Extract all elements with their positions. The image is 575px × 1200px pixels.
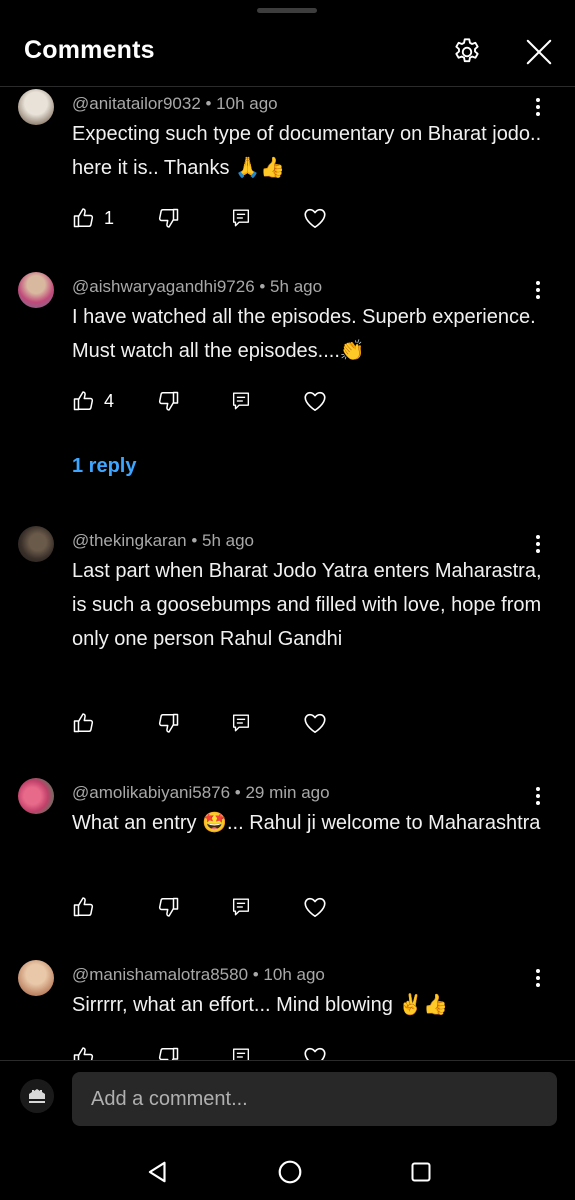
channel-logo-icon xyxy=(20,1079,54,1113)
avatar[interactable] xyxy=(18,960,54,996)
thumbs-up-icon xyxy=(73,1047,94,1060)
nav-back-button[interactable] xyxy=(138,1152,178,1192)
thumbs-down-icon xyxy=(158,391,179,411)
comment-list[interactable]: @anitatailor9032 • 10h ago Expecting suc… xyxy=(0,87,575,1060)
heart-icon xyxy=(304,391,326,412)
reply-icon xyxy=(232,714,250,732)
settings-button[interactable] xyxy=(449,34,485,70)
comment-actions xyxy=(72,892,372,922)
thumbs-up-icon xyxy=(73,713,94,733)
heart-icon xyxy=(304,1047,326,1060)
like-button[interactable] xyxy=(72,708,104,738)
comment-text: I have watched all the episodes. Superb … xyxy=(72,306,536,362)
like-button[interactable]: 1 xyxy=(72,203,114,233)
add-comment-input[interactable] xyxy=(72,1072,557,1126)
comment-meta[interactable]: @thekingkaran • 5h ago xyxy=(72,531,254,551)
reply-icon xyxy=(232,898,250,916)
heart-icon xyxy=(304,208,326,229)
avatar[interactable] xyxy=(18,778,54,814)
comment-text: Sirrrrr, what an effort... Mind blowing … xyxy=(72,994,449,1016)
reply-icon xyxy=(232,392,250,410)
comment-meta[interactable]: @manishamalotra8580 • 10h ago xyxy=(72,965,325,985)
like-button[interactable]: 4 xyxy=(72,386,114,416)
avatar[interactable] xyxy=(18,526,54,562)
thumbs-up-icon xyxy=(73,391,94,411)
heart-button[interactable] xyxy=(302,386,328,416)
comment-text: Last part when Bharat Jodo Yatra enters … xyxy=(72,560,542,650)
dislike-button[interactable] xyxy=(156,708,180,738)
reply-button[interactable] xyxy=(230,386,252,416)
comment-actions xyxy=(72,708,372,738)
thumbs-down-icon xyxy=(158,1047,179,1060)
system-navigation-bar xyxy=(0,1140,575,1200)
view-replies-link[interactable]: 1 reply xyxy=(72,455,136,478)
avatar[interactable] xyxy=(18,89,54,125)
heart-icon xyxy=(304,713,326,734)
thumbs-down-icon xyxy=(158,208,179,228)
comment-meta[interactable]: @aishwaryagandhi9726 • 5h ago xyxy=(72,277,322,297)
nav-home-button[interactable] xyxy=(270,1152,310,1192)
dislike-button[interactable] xyxy=(156,892,180,922)
thumbs-up-icon xyxy=(73,208,94,228)
home-circle-icon xyxy=(278,1160,302,1184)
heart-button[interactable] xyxy=(302,708,328,738)
thumbs-down-icon xyxy=(158,897,179,917)
reply-button[interactable] xyxy=(230,203,252,233)
page-title: Comments xyxy=(24,36,155,64)
comment-actions: 4 xyxy=(72,386,372,416)
comment-actions: 1 xyxy=(72,203,372,233)
reply-button[interactable] xyxy=(230,1042,252,1060)
avatar[interactable] xyxy=(18,272,54,308)
back-triangle-icon xyxy=(148,1161,166,1183)
comment-text: Expecting such type of documentary on Bh… xyxy=(72,123,542,179)
thumbs-up-icon xyxy=(73,897,94,917)
dislike-button[interactable] xyxy=(156,203,180,233)
comment-text: What an entry 🤩... Rahul ji welcome to M… xyxy=(72,812,541,834)
reply-icon xyxy=(232,209,250,227)
reply-button[interactable] xyxy=(230,708,252,738)
recents-square-icon xyxy=(411,1162,431,1182)
like-button[interactable] xyxy=(72,892,104,922)
comments-header: Comments xyxy=(0,20,575,86)
user-avatar[interactable] xyxy=(20,1079,54,1113)
like-count: 1 xyxy=(104,207,115,228)
reply-icon xyxy=(232,1048,250,1060)
reply-button[interactable] xyxy=(230,892,252,922)
comment-actions xyxy=(72,1042,372,1060)
comment-composer xyxy=(0,1060,575,1140)
thumbs-down-icon xyxy=(158,713,179,733)
like-button[interactable] xyxy=(72,1042,104,1060)
dislike-button[interactable] xyxy=(156,1042,180,1060)
comment-meta[interactable]: @amolikabiyani5876 • 29 min ago xyxy=(72,783,330,803)
close-button[interactable] xyxy=(521,34,557,70)
gear-icon xyxy=(455,38,479,63)
close-icon xyxy=(526,39,552,65)
like-count: 4 xyxy=(104,390,115,411)
drag-handle[interactable] xyxy=(257,8,317,13)
dislike-button[interactable] xyxy=(156,386,180,416)
heart-icon xyxy=(304,897,326,918)
comment-meta[interactable]: @anitatailor9032 • 10h ago xyxy=(72,94,278,114)
nav-recents-button[interactable] xyxy=(401,1152,441,1192)
heart-button[interactable] xyxy=(302,892,328,922)
heart-button[interactable] xyxy=(302,203,328,233)
heart-button[interactable] xyxy=(302,1042,328,1060)
